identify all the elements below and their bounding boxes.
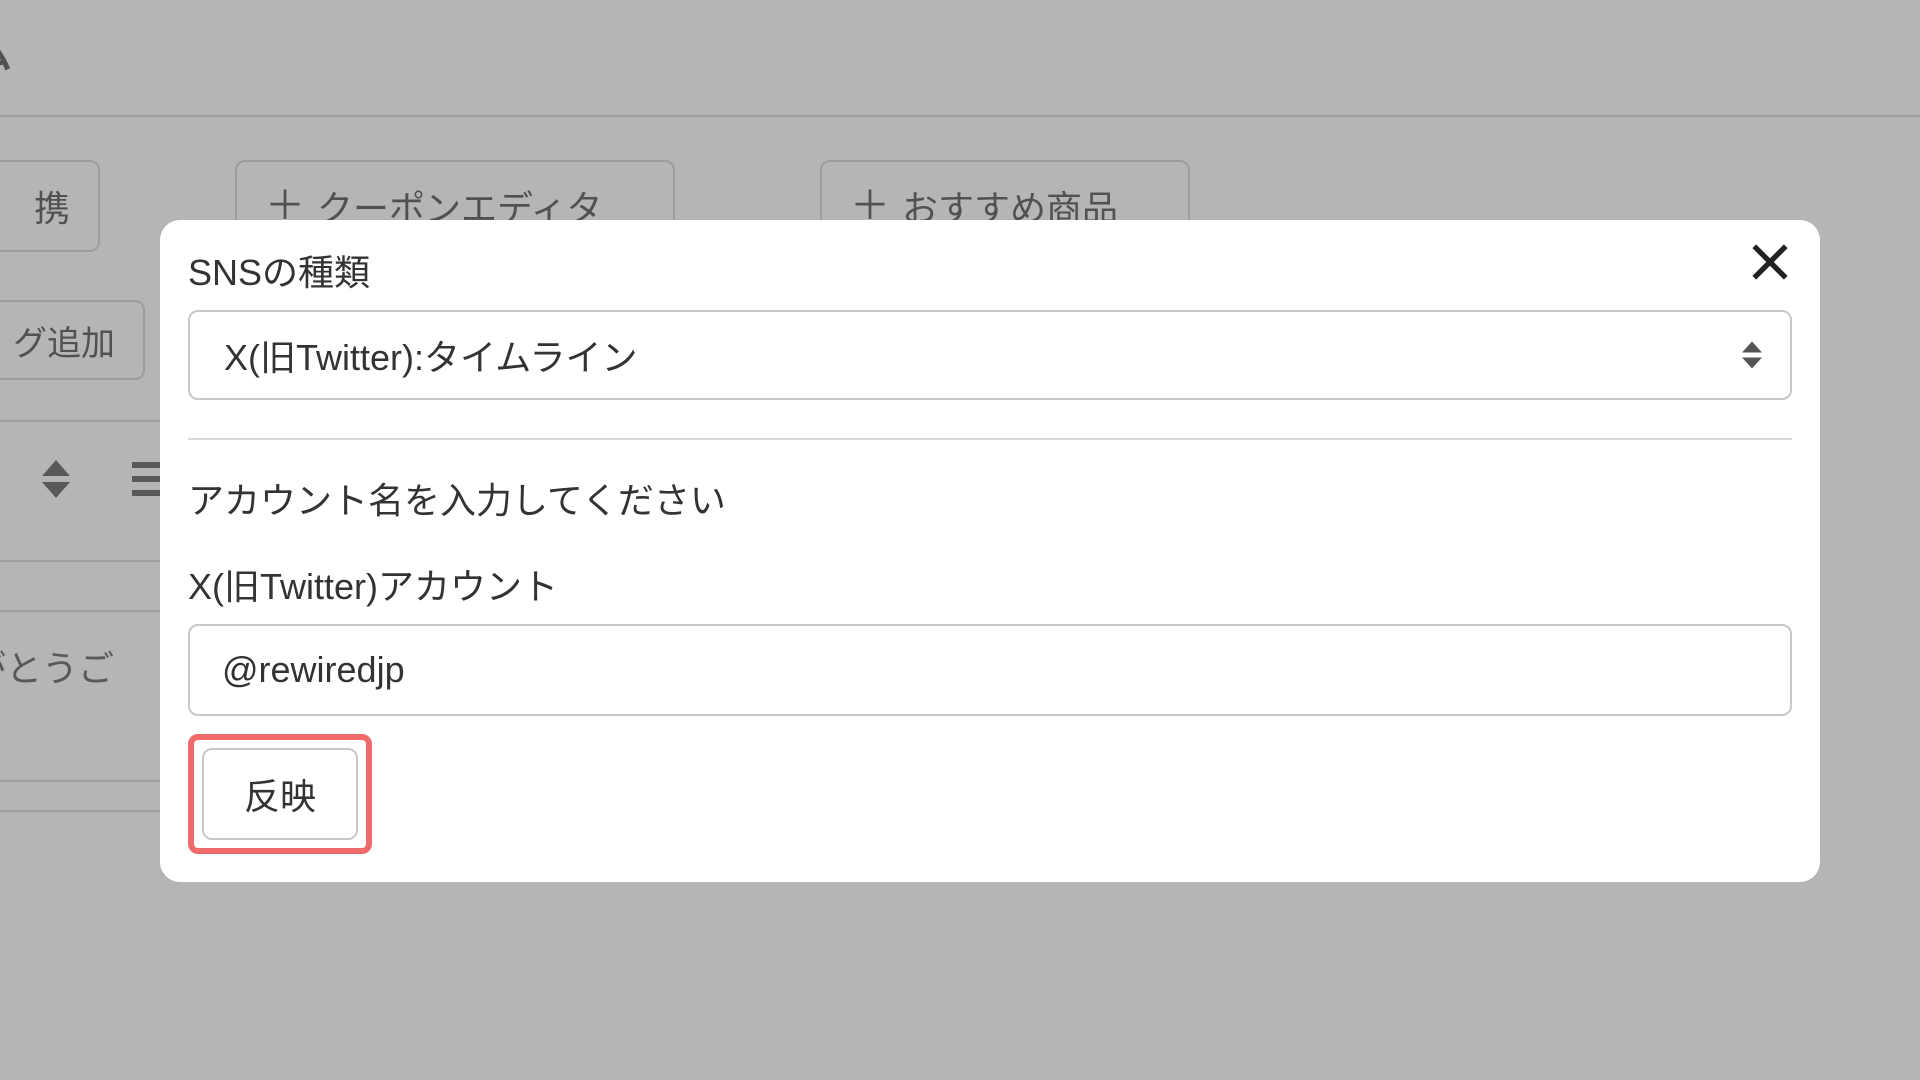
sns-type-label: SNSの種類 xyxy=(188,244,1792,296)
apply-highlight: 反映 xyxy=(188,734,372,854)
sns-type-select[interactable]: X(旧Twitter):タイムライン xyxy=(188,310,1792,400)
close-icon xyxy=(1749,241,1791,283)
account-input[interactable] xyxy=(188,624,1792,716)
apply-button[interactable]: 反映 xyxy=(202,748,358,840)
select-caret-icon xyxy=(1742,342,1762,369)
sns-type-selected-value: X(旧Twitter):タイムライン xyxy=(224,329,637,381)
close-button[interactable] xyxy=(1744,236,1796,288)
sns-settings-modal: SNSの種類 X(旧Twitter):タイムライン アカウント名を入力してくださ… xyxy=(160,220,1820,882)
account-field-label: X(旧Twitter)アカウント xyxy=(188,558,1792,610)
modal-divider xyxy=(188,438,1792,440)
account-instruction: アカウント名を入力してください xyxy=(188,472,1792,524)
